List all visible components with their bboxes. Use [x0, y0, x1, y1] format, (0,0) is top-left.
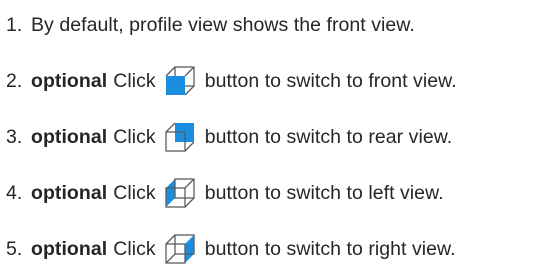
step-number: 3. [6, 125, 23, 148]
optional-label: optional [31, 237, 108, 260]
step-text-post: button to switch to front view. [204, 69, 457, 92]
step-4: 4. optional Click button to switch to le… [0, 176, 444, 210]
step-3: 3. optional Click button to switch to re… [0, 120, 452, 154]
optional-label: optional [31, 69, 108, 92]
step-1: 1. By default, profile view shows the fr… [0, 8, 415, 42]
step-number: 4. [6, 181, 23, 204]
step-number: 2. [6, 69, 23, 92]
step-text-pre: Click [113, 125, 156, 148]
step-number: 5. [6, 237, 23, 260]
cube-front-view-icon [163, 64, 197, 98]
optional-label: optional [31, 125, 108, 148]
step-text: By default, profile view shows the front… [31, 13, 415, 36]
step-text-pre: Click [113, 181, 156, 204]
step-text-pre: Click [113, 237, 156, 260]
step-text-post: button to switch to right view. [204, 237, 456, 260]
instruction-list: 1. By default, profile view shows the fr… [0, 0, 550, 273]
step-text-post: button to switch to left view. [204, 181, 444, 204]
step-5: 5. optional Click button to switch to ri… [0, 232, 456, 266]
cube-left-view-icon [163, 176, 197, 210]
step-2: 2. optional Click button to switch to fr… [0, 64, 457, 98]
step-text-pre: Click [113, 69, 156, 92]
step-text-post: button to switch to rear view. [204, 125, 453, 148]
cube-right-view-icon [163, 232, 197, 266]
optional-label: optional [31, 181, 108, 204]
step-number: 1. [6, 13, 23, 36]
cube-rear-view-icon [163, 120, 197, 154]
